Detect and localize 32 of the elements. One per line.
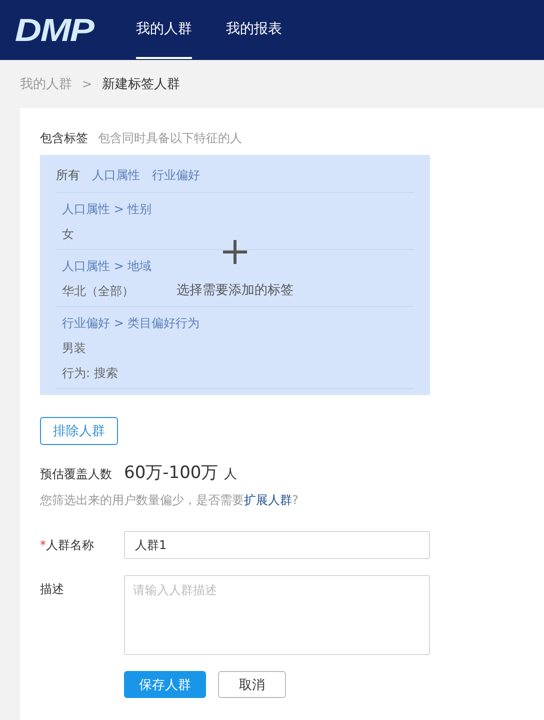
tag-path: 人口属性 > 性别 — [62, 201, 152, 218]
expand-link[interactable]: 扩展人群 — [244, 493, 292, 507]
tag-tab[interactable]: 所有 — [56, 167, 80, 184]
tag-value: 男装 — [62, 340, 86, 357]
field-label: *人群名称 — [40, 537, 95, 554]
description-field[interactable]: 请输入人群描述 — [124, 575, 430, 655]
section-title: 包含标签 — [40, 130, 88, 147]
tag-tab[interactable]: 人口属性 — [92, 167, 140, 184]
overlay-text: 选择需要添加的标签 — [176, 282, 294, 299]
estimate-unit: 人 — [224, 466, 238, 483]
logo: DMP — [14, 12, 94, 48]
tag-panel[interactable]: 所有 人口属性 行业偏好 人口属性 > 性别 女 人口属性 > 地域 华北（全部） 行业偏好 > 类目偏好行为 男装 行为: 搜索 选择需要添加的标签 — [40, 155, 430, 395]
tag-tab[interactable]: 行业偏好 — [152, 167, 200, 184]
tag-value: 女 — [62, 226, 74, 243]
section-hint: 包含同时具备以下特征的人 — [98, 130, 242, 147]
save-button[interactable]: 保存人群 — [124, 671, 206, 698]
tag-path: 人口属性 > 地域 — [62, 258, 152, 275]
estimate-label: 预估覆盖人数 — [40, 466, 112, 483]
cancel-button[interactable]: 取消 — [218, 671, 286, 698]
nav-tab[interactable]: 我的人群 — [136, 0, 192, 59]
exclude-button[interactable]: 排除人群 — [40, 417, 118, 445]
estimate-value: 60万-100万 — [124, 462, 218, 484]
tag-value: 行为: 搜索 — [62, 365, 118, 382]
nav-tab[interactable]: 我的报表 — [226, 0, 282, 59]
breadcrumb-link[interactable]: 新建标签人群 — [102, 75, 180, 93]
tag-path: 行业偏好 > 类目偏好行为 — [62, 315, 200, 332]
field-label: 描述 — [40, 581, 65, 598]
breadcrumb-separator: > — [82, 77, 92, 91]
name-field[interactable]: 人群1 — [124, 531, 430, 559]
add-icon[interactable] — [222, 239, 248, 265]
tag-value: 华北（全部） — [62, 283, 134, 300]
notice-text: 您筛选出来的用户数量偏少，是否需要扩展人群? — [40, 492, 300, 509]
